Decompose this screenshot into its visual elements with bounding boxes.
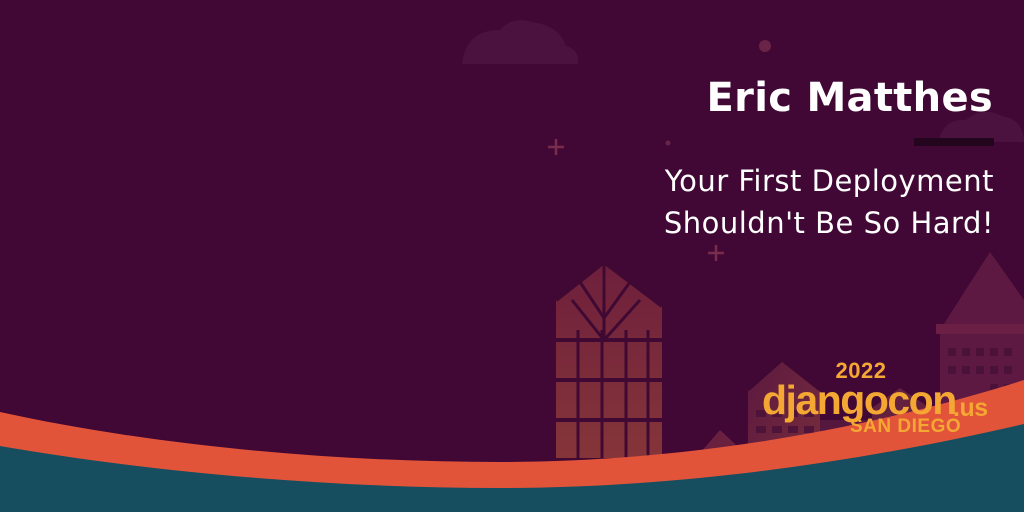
event-banner: Eric Matthes Your First Deployment Shoul…	[0, 0, 1024, 512]
speaker-name: Eric Matthes	[706, 75, 993, 121]
cloud-shape	[462, 20, 579, 64]
title-divider	[914, 138, 994, 146]
sparkle-plus	[548, 139, 564, 155]
sparkle-plus	[708, 245, 724, 261]
talk-title-line: Shouldn't Be So Hard!	[663, 206, 994, 240]
logo-city: SAN DIEGO	[850, 416, 962, 437]
djangocon-logo: 2022 djangocon .us SAN DIEGO	[756, 355, 1002, 445]
sparkle-dot	[665, 140, 671, 146]
sparkle-dot	[759, 40, 771, 52]
talk-title: Your First Deployment Shouldn't Be So Ha…	[434, 160, 994, 244]
talk-title-line: Your First Deployment	[664, 164, 994, 198]
